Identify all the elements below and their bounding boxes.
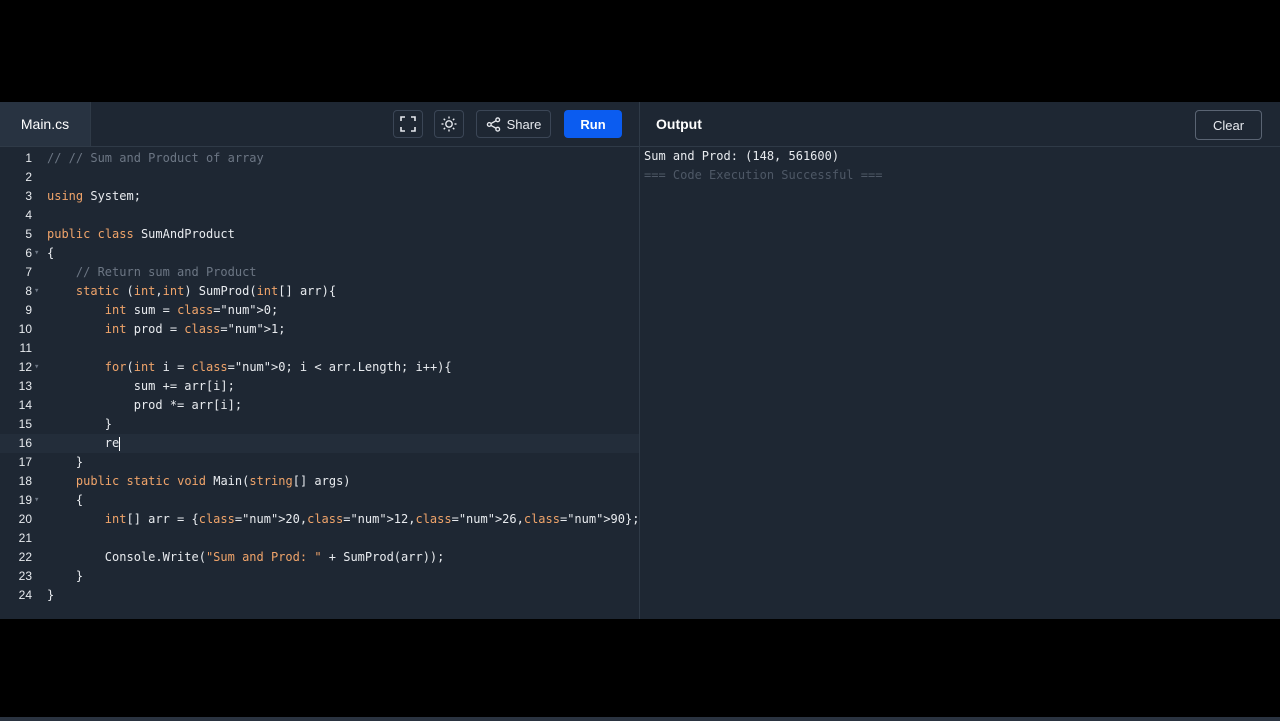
code-text: } <box>47 588 55 602</box>
compiler-app: Main.cs Share Run Output Clear 1 // // S… <box>0 102 1280 721</box>
theme-toggle-button[interactable] <box>434 110 464 138</box>
code-line[interactable]: 21 <box>0 529 639 548</box>
code-line[interactable]: 19 ▾ { <box>0 491 639 510</box>
code-line[interactable]: 11 <box>0 339 639 358</box>
code-line[interactable]: 8 ▾ static (int,int) SumProd(int[] arr){ <box>0 282 639 301</box>
code-text: { <box>47 246 55 260</box>
line-number: 13 <box>18 379 32 393</box>
code-line[interactable]: 10 int prod = class="num">1; <box>0 320 639 339</box>
code-line[interactable]: 16 re <box>0 434 639 453</box>
line-number: 5 <box>25 227 32 241</box>
line-number: 11 <box>19 341 32 355</box>
code-text: re <box>47 436 121 451</box>
line-number: 19 <box>18 493 32 507</box>
code-line[interactable]: 4 <box>0 206 639 225</box>
line-number: 23 <box>18 569 32 583</box>
line-number: 15 <box>18 417 32 431</box>
code-text: { <box>47 493 84 507</box>
output-status-line: === Code Execution Successful === <box>644 168 883 182</box>
code-editor[interactable]: 1// // Sum and Product of array 2 3 using S… <box>0 147 639 619</box>
line-number: 24 <box>18 588 32 602</box>
code-line[interactable]: 5 public class SumAndProduct <box>0 225 639 244</box>
code-line[interactable]: 12 ▾ for(int i = class="num">0; i < arr.L… <box>0 358 639 377</box>
code-text: public class SumAndProduct <box>47 227 235 241</box>
code-line[interactable]: 24} <box>0 586 639 605</box>
code-line[interactable]: 22 Console.Write("Sum and Prod: " + SumP… <box>0 548 639 567</box>
code-line[interactable]: 14 prod *= arr[i]; <box>0 396 639 415</box>
code-text: static (int,int) SumProd(int[] arr){ <box>75 284 337 298</box>
code-line[interactable]: 20 int[] arr = {class="num">20,class="nu… <box>0 510 640 529</box>
share-label: Share <box>506 116 542 132</box>
line-number: 8 <box>25 284 32 298</box>
code-line[interactable]: 17 } <box>0 453 639 472</box>
fold-arrow-icon[interactable]: ▾ <box>34 244 39 263</box>
code-text: sum += arr[i]; <box>47 379 235 393</box>
code-line[interactable]: 15 } <box>0 415 639 434</box>
code-text: int sum = class="num">0; <box>104 303 279 317</box>
line-number: 2 <box>25 170 32 184</box>
code-text: int prod = class="num">1; <box>104 322 286 336</box>
code-text: // Return sum and Product <box>47 265 257 279</box>
code-text: prod *= arr[i]; <box>47 398 243 412</box>
code-line[interactable]: 23 } <box>0 567 639 586</box>
fold-arrow-icon[interactable]: ▾ <box>34 491 39 510</box>
code-line[interactable]: 9 int sum = class="num">0; <box>0 301 639 320</box>
code-text: public static void Main(string[] args) <box>75 474 351 488</box>
code-line[interactable]: 3 using System; <box>0 187 639 206</box>
line-number: 3 <box>25 189 32 203</box>
fullscreen-button[interactable] <box>393 110 423 138</box>
output-title: Output <box>656 116 702 132</box>
code-line[interactable]: 13 sum += arr[i]; <box>0 377 639 396</box>
code-text: for(int i = class="num">0; i < arr.Lengt… <box>104 360 452 374</box>
theme-icon <box>441 116 457 132</box>
line-number: 10 <box>18 322 32 336</box>
clear-button[interactable]: Clear <box>1195 110 1262 140</box>
code-text: } <box>47 417 113 431</box>
text-cursor <box>119 436 121 451</box>
code-line[interactable]: 18 public static void Main(string[] args… <box>0 472 639 491</box>
line-number: 18 <box>18 474 32 488</box>
code-text: } <box>47 455 84 469</box>
code-line[interactable]: 6 ▾ { <box>0 244 639 263</box>
code-line[interactable]: 7 // Return sum and Product <box>0 263 639 282</box>
code-line[interactable]: 1 // // Sum and Product of array <box>0 149 639 168</box>
line-number: 20 <box>18 512 32 526</box>
code-line[interactable]: 2 <box>0 168 639 187</box>
line-number: 1 <box>25 151 32 165</box>
line-number: 9 <box>25 303 32 317</box>
fold-arrow-icon[interactable]: ▾ <box>34 282 39 301</box>
code-text: } <box>47 569 84 583</box>
output-panel: Sum and Prod: (148, 561600) === Code Exe… <box>644 147 1274 619</box>
line-number: 4 <box>25 208 32 222</box>
share-button[interactable]: Share <box>476 110 551 138</box>
line-number: 17 <box>18 455 32 469</box>
run-button[interactable]: Run <box>564 110 622 138</box>
code-text: using System; <box>47 189 141 203</box>
file-tab-main-cs[interactable]: Main.cs <box>0 102 91 146</box>
line-number: 12 <box>18 360 32 374</box>
fold-arrow-icon[interactable]: ▾ <box>34 358 39 377</box>
fullscreen-icon <box>400 116 416 132</box>
line-number: 16 <box>18 436 32 450</box>
toolbar: Main.cs Share Run Output Clear <box>0 102 1280 147</box>
code-text: // // Sum and Product of array <box>47 151 264 165</box>
line-number: 6 <box>25 246 32 260</box>
line-number: 7 <box>25 265 32 279</box>
code-text: int[] arr = {class="num">20,class="num">… <box>104 512 640 526</box>
line-number: 22 <box>18 550 32 564</box>
output-result-line: Sum and Prod: (148, 561600) <box>644 149 840 163</box>
line-number: 14 <box>18 398 32 412</box>
line-number: 21 <box>18 531 32 545</box>
horizontal-scrollbar[interactable] <box>0 717 1280 721</box>
code-text: Console.Write("Sum and Prod: " + SumProd… <box>47 550 445 564</box>
pane-divider[interactable] <box>639 102 640 619</box>
share-icon <box>486 116 500 132</box>
